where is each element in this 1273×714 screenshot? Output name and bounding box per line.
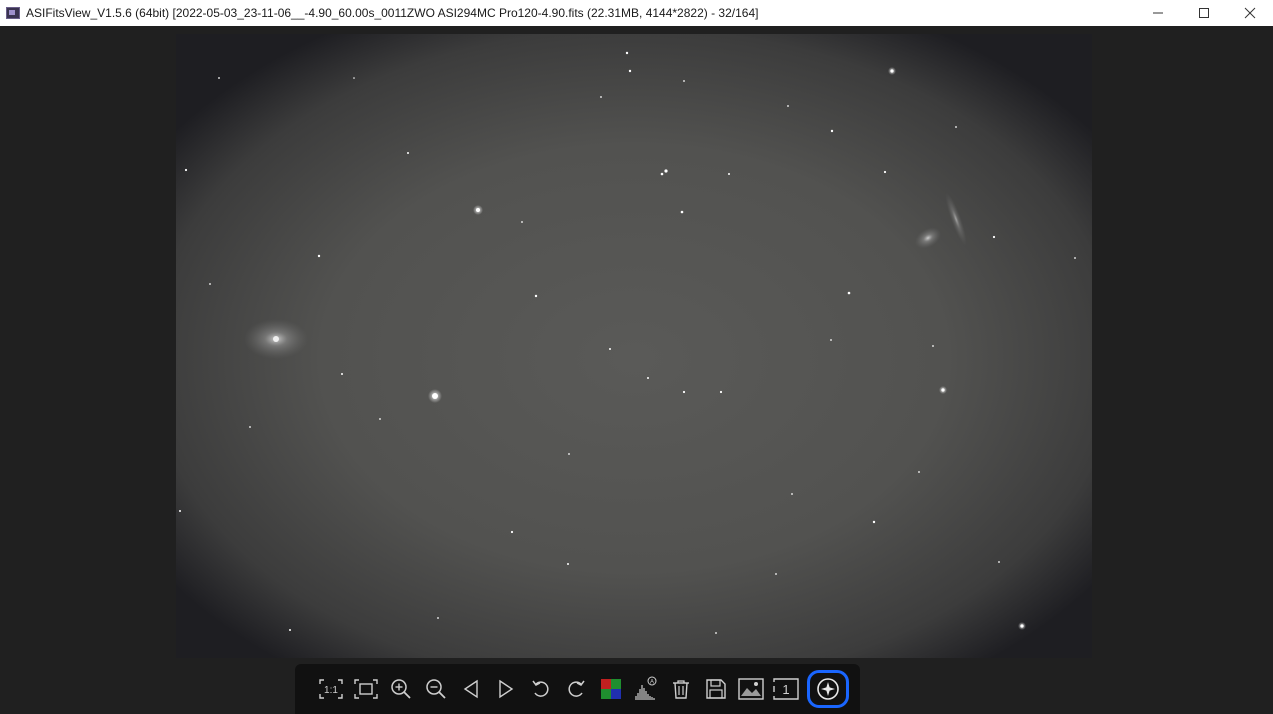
delete-button[interactable]	[665, 673, 697, 705]
maximize-button[interactable]	[1181, 0, 1227, 26]
fit-window-icon	[354, 679, 378, 699]
app-icon	[6, 7, 20, 19]
actual-size-icon: 1:1	[319, 679, 343, 699]
previous-image-button[interactable]	[455, 673, 487, 705]
image-button[interactable]	[735, 673, 767, 705]
previous-icon	[463, 679, 478, 699]
auto-stretch-histogram-icon: A	[635, 676, 657, 700]
close-button[interactable]	[1227, 0, 1273, 26]
auto-stretch-button[interactable]: A	[630, 673, 662, 705]
minimize-icon	[1153, 12, 1163, 14]
debayer-button[interactable]	[595, 673, 627, 705]
next-icon	[499, 679, 514, 699]
save-button[interactable]	[700, 673, 732, 705]
single-frame-button[interactable]: 1	[770, 673, 802, 705]
rotate-left-icon	[532, 680, 549, 697]
debayer-icon	[601, 679, 621, 699]
maximize-icon	[1199, 8, 1209, 18]
title-bar: ASIFitsView_V1.5.6 (64bit) [2022-05-03_2…	[0, 0, 1273, 26]
actual-size-button[interactable]: 1:1	[315, 673, 347, 705]
image-icon	[738, 678, 764, 700]
rotate-left-button[interactable]	[525, 673, 557, 705]
next-image-button[interactable]	[490, 673, 522, 705]
galaxy-spiral	[244, 319, 308, 359]
rotate-right-button[interactable]	[560, 673, 592, 705]
zoom-out-button[interactable]	[420, 673, 452, 705]
svg-text:1:1: 1:1	[324, 685, 338, 696]
zoom-in-button[interactable]	[385, 673, 417, 705]
zoom-in-icon	[391, 679, 411, 699]
zoom-out-icon	[426, 679, 446, 699]
window-controls	[1135, 0, 1273, 26]
astro-image	[176, 34, 1092, 658]
star-detect-icon	[817, 678, 839, 700]
delete-icon	[673, 680, 689, 699]
viewer-toolbar: 1:1 A 1	[295, 664, 860, 714]
window-title: ASIFitsView_V1.5.6 (64bit) [2022-05-03_2…	[26, 6, 759, 20]
single-frame-icon: 1	[773, 678, 799, 700]
svg-text:1: 1	[782, 682, 789, 697]
rotate-right-icon	[568, 680, 585, 697]
fits-image-view[interactable]	[176, 34, 1092, 658]
minimize-button[interactable]	[1135, 0, 1181, 26]
close-icon	[1244, 7, 1256, 19]
fit-window-button[interactable]	[350, 673, 382, 705]
svg-text:A: A	[650, 680, 654, 686]
save-icon	[706, 679, 726, 699]
star-detect-button[interactable]	[807, 670, 849, 708]
